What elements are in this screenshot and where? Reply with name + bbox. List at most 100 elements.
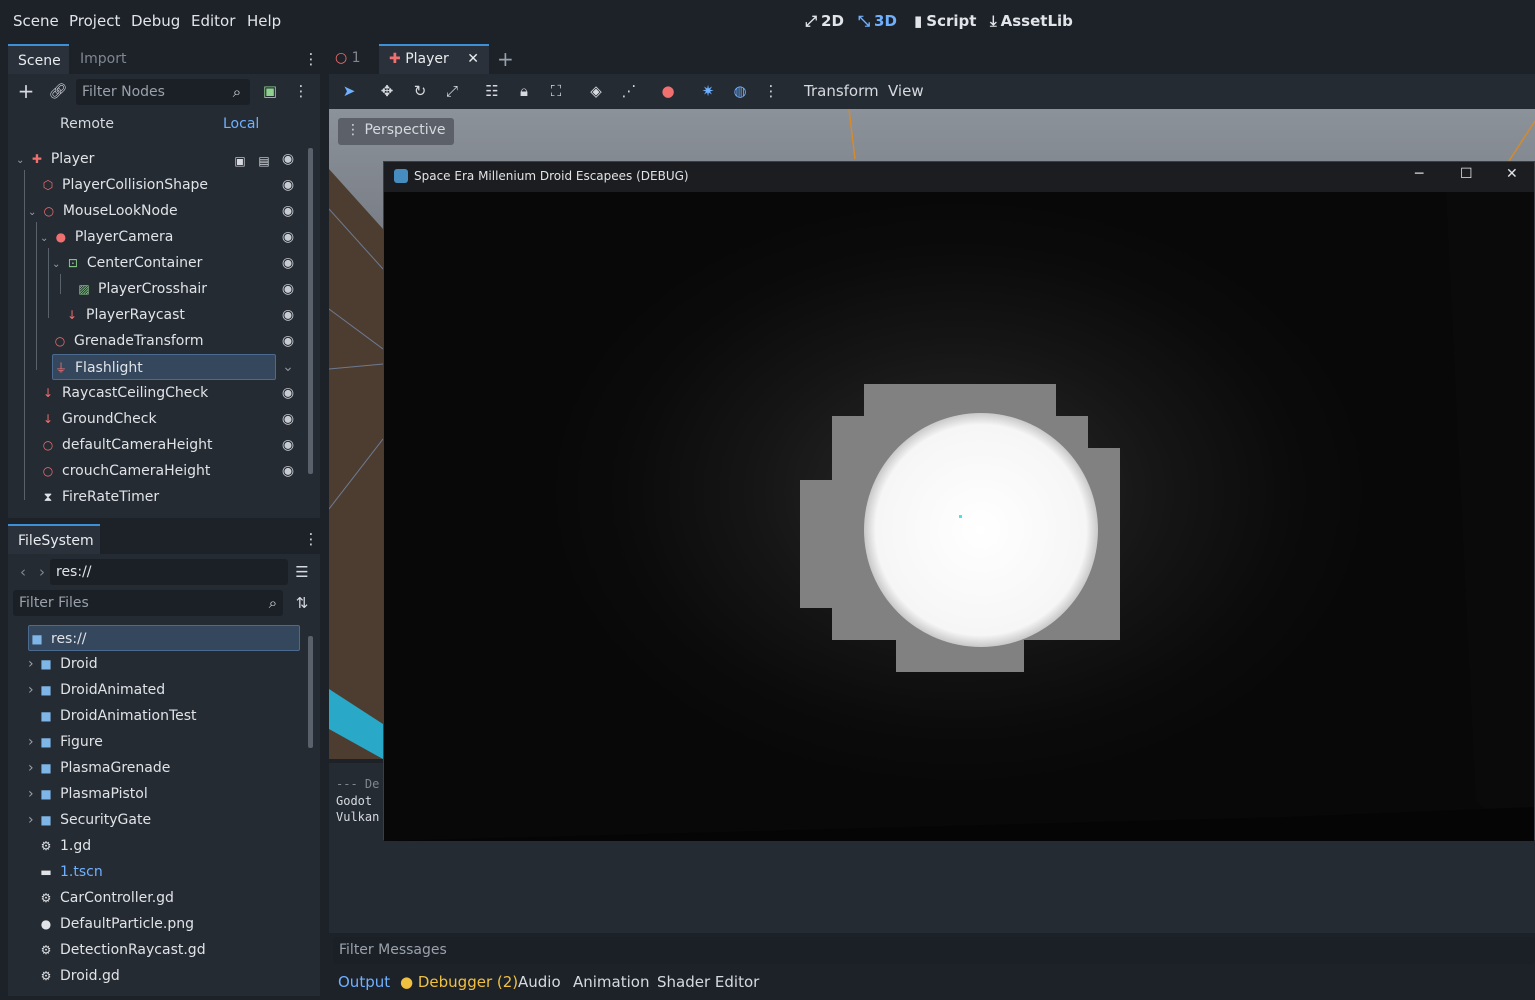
file-item-script[interactable]: ⚙ DetectionRaycast.gd bbox=[38, 937, 206, 963]
file-item-folder[interactable]: › ■ PlasmaGrenade bbox=[28, 755, 170, 781]
visibility-eye-icon[interactable]: ◉ bbox=[280, 151, 296, 167]
visibility-eye-icon[interactable]: ◉ bbox=[280, 333, 296, 349]
visibility-eye-icon[interactable]: ◉ bbox=[280, 229, 296, 245]
tab-filesystem[interactable]: FileSystem bbox=[8, 524, 100, 554]
rotate-tool-icon[interactable]: ↻ bbox=[410, 81, 430, 101]
filter-nodes-input[interactable]: Filter Nodes bbox=[76, 79, 250, 105]
tree-node-player-raycast[interactable]: ↓ PlayerRaycast bbox=[64, 302, 185, 328]
tab-import[interactable]: Import bbox=[70, 44, 140, 74]
dock-menu-icon[interactable]: ⋮ bbox=[301, 529, 321, 549]
scale-tool-icon[interactable]: ⤢ bbox=[442, 81, 462, 101]
file-item-script[interactable]: ⚙ CarController.gd bbox=[38, 885, 174, 911]
tree-node-player-camera[interactable]: ⌄ ● PlayerCamera bbox=[40, 224, 173, 250]
tree-node-ground-check[interactable]: ↓ GroundCheck bbox=[40, 406, 157, 432]
filter-files-input[interactable]: Filter Files bbox=[13, 590, 283, 616]
sun-icon[interactable]: ✷ bbox=[698, 81, 718, 101]
file-item-script[interactable]: ⚙ 1.gd bbox=[38, 833, 92, 859]
split-view-icon[interactable]: ☰ bbox=[292, 562, 312, 582]
tab-scene[interactable]: Scene bbox=[8, 44, 69, 74]
file-item-folder[interactable]: › ■ Figure bbox=[28, 729, 103, 755]
tab-audio[interactable]: Audio bbox=[518, 973, 561, 991]
visibility-eye-icon[interactable]: ◉ bbox=[280, 307, 296, 323]
tree-node-fire-rate-timer[interactable]: ⧗ FireRateTimer bbox=[40, 484, 159, 510]
game-window-titlebar[interactable]: Space Era Millenium Droid Escapees (DEBU… bbox=[384, 162, 1534, 192]
visibility-hidden-icon[interactable]: ⌄ bbox=[280, 359, 296, 375]
sort-icon[interactable]: ⇅ bbox=[292, 593, 312, 613]
list-select-icon[interactable]: ☷ bbox=[482, 81, 502, 101]
group-icon[interactable]: ⛶ bbox=[546, 81, 566, 101]
visibility-eye-icon[interactable]: ◉ bbox=[280, 255, 296, 271]
tree-node-default-camera-height[interactable]: ○ defaultCameraHeight bbox=[40, 432, 213, 458]
visibility-eye-icon[interactable]: ◉ bbox=[280, 281, 296, 297]
tab-2d[interactable]: ⤢ 2D bbox=[805, 12, 844, 30]
scene-menu-icon[interactable]: ⋮ bbox=[291, 81, 311, 101]
remote-button[interactable]: Remote bbox=[60, 116, 114, 132]
maximize-icon[interactable]: ☐ bbox=[1460, 166, 1473, 182]
visibility-eye-icon[interactable]: ◉ bbox=[280, 411, 296, 427]
file-item-res[interactable]: ■ res:// bbox=[28, 625, 300, 651]
tree-node-crouch-camera-height[interactable]: ○ crouchCameraHeight bbox=[40, 458, 211, 484]
instance-scene-icon[interactable]: ▣ bbox=[260, 81, 280, 101]
game-render-view[interactable] bbox=[384, 192, 1534, 841]
tree-node-mouselook[interactable]: ⌄ ○ MouseLookNode bbox=[28, 198, 178, 224]
dock-menu-icon[interactable]: ⋮ bbox=[301, 49, 321, 69]
tab-assetlib[interactable]: ⤓ AssetLib bbox=[990, 12, 1073, 30]
more-options-icon[interactable]: ⋮ bbox=[761, 81, 781, 101]
tree-node-raycast-ceiling-check[interactable]: ↓ RaycastCeilingCheck bbox=[40, 380, 208, 406]
tree-node-center-container[interactable]: ⌄ ⊡ CenterContainer bbox=[52, 250, 202, 276]
tree-node-player[interactable]: ⌄ ✚ Player bbox=[16, 146, 94, 172]
menu-help[interactable]: Help bbox=[247, 12, 281, 30]
file-tree-scrollbar[interactable] bbox=[308, 636, 313, 748]
scene-tab-1[interactable]: ○ 1 bbox=[335, 50, 361, 66]
tab-output[interactable]: Output bbox=[338, 973, 390, 991]
menu-scene[interactable]: Scene bbox=[13, 12, 59, 30]
file-item-scene[interactable]: ▬ 1.tscn bbox=[38, 859, 102, 885]
add-scene-tab-icon[interactable]: + bbox=[497, 47, 514, 71]
file-item-image[interactable]: ● DefaultParticle.png bbox=[38, 911, 194, 937]
minimize-icon[interactable]: ─ bbox=[1415, 166, 1423, 182]
path-input[interactable]: res:// bbox=[50, 559, 288, 585]
add-node-icon[interactable]: + bbox=[16, 81, 36, 101]
local-space-icon[interactable]: ◈ bbox=[586, 81, 606, 101]
file-item-folder[interactable]: › ■ Droid bbox=[28, 651, 98, 677]
lock-icon[interactable]: 🔒︎ bbox=[514, 81, 534, 101]
menu-editor[interactable]: Editor bbox=[191, 12, 235, 30]
select-tool-icon[interactable]: ➤ bbox=[339, 81, 359, 101]
tab-3d[interactable]: ⤡ 3D bbox=[858, 12, 897, 30]
local-button[interactable]: Local bbox=[223, 116, 259, 132]
close-icon[interactable]: ✕ bbox=[467, 51, 479, 67]
file-item-folder[interactable]: › ■ SecurityGate bbox=[28, 807, 151, 833]
visibility-eye-icon[interactable]: ◉ bbox=[280, 385, 296, 401]
filter-messages-input[interactable]: Filter Messages bbox=[333, 937, 1535, 964]
environment-globe-icon[interactable]: ◍ bbox=[730, 81, 750, 101]
close-window-icon[interactable]: ✕ bbox=[1506, 166, 1518, 182]
visibility-eye-icon[interactable]: ◉ bbox=[280, 463, 296, 479]
visibility-eye-icon[interactable]: ◉ bbox=[280, 177, 296, 193]
scene-tree-scrollbar[interactable] bbox=[308, 148, 313, 474]
tree-node-flashlight[interactable]: ⏚ Flashlight bbox=[52, 354, 276, 380]
file-item-script[interactable]: ⚙ Droid.gd bbox=[38, 963, 120, 989]
file-item-folder[interactable]: › ■ DroidAnimated bbox=[28, 677, 165, 703]
menu-project[interactable]: Project bbox=[69, 12, 120, 30]
tree-node-player-collision-shape[interactable]: ⬡ PlayerCollisionShape bbox=[40, 172, 208, 198]
view-menu[interactable]: View bbox=[888, 82, 924, 100]
file-item-folder[interactable]: ■ DroidAnimationTest bbox=[38, 703, 196, 729]
tab-script[interactable]: ▮ Script bbox=[914, 12, 976, 30]
tree-node-player-crosshair[interactable]: ▨ PlayerCrosshair bbox=[76, 276, 207, 302]
tab-debugger[interactable]: ● Debugger (2) bbox=[400, 973, 518, 991]
tree-node-grenade-transform[interactable]: ○ GrenadeTransform bbox=[52, 328, 204, 354]
move-tool-icon[interactable]: ✥ bbox=[377, 81, 397, 101]
tab-animation[interactable]: Animation bbox=[573, 973, 649, 991]
menu-debug[interactable]: Debug bbox=[131, 12, 180, 30]
back-icon[interactable]: ‹ bbox=[13, 562, 33, 582]
tab-shader-editor[interactable]: Shader Editor bbox=[657, 973, 759, 991]
visibility-eye-icon[interactable]: ◉ bbox=[280, 203, 296, 219]
camera-preview-icon[interactable]: ● bbox=[658, 81, 678, 101]
scene-instance-icon[interactable]: ▣ bbox=[230, 151, 250, 171]
snap-icon[interactable]: ⋰ bbox=[619, 81, 639, 101]
transform-menu[interactable]: Transform bbox=[804, 82, 879, 100]
perspective-button[interactable]: ⋮ Perspective bbox=[338, 118, 454, 145]
scene-tab-player[interactable]: ✚ Player ✕ bbox=[379, 44, 489, 74]
forward-icon[interactable]: › bbox=[32, 562, 52, 582]
attached-script-icon[interactable]: ▤ bbox=[254, 151, 274, 171]
